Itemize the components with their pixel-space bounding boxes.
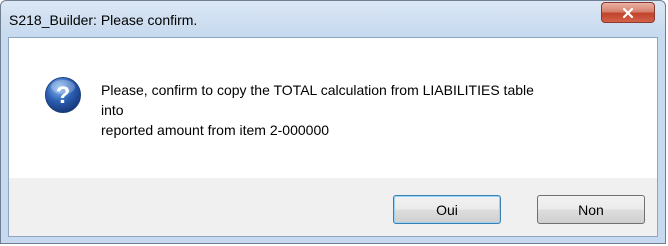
window-title: S218_Builder: Please confirm. <box>9 12 198 28</box>
close-button[interactable] <box>601 2 655 23</box>
svg-text:?: ? <box>56 82 71 109</box>
title-bar[interactable]: S218_Builder: Please confirm. <box>1 1 665 37</box>
non-button[interactable]: Non <box>537 195 645 224</box>
dialog-window: S218_Builder: Please confirm. ? Please, … <box>0 0 666 244</box>
dialog-body: ? Please, confirm to copy the TOTAL calc… <box>8 37 658 237</box>
confirmation-message: Please, confirm to copy the TOTAL calcul… <box>101 82 534 138</box>
question-icon: ? <box>45 77 81 113</box>
message-panel: ? Please, confirm to copy the TOTAL calc… <box>9 38 657 178</box>
close-icon <box>622 7 634 18</box>
oui-button[interactable]: Oui <box>393 195 501 224</box>
